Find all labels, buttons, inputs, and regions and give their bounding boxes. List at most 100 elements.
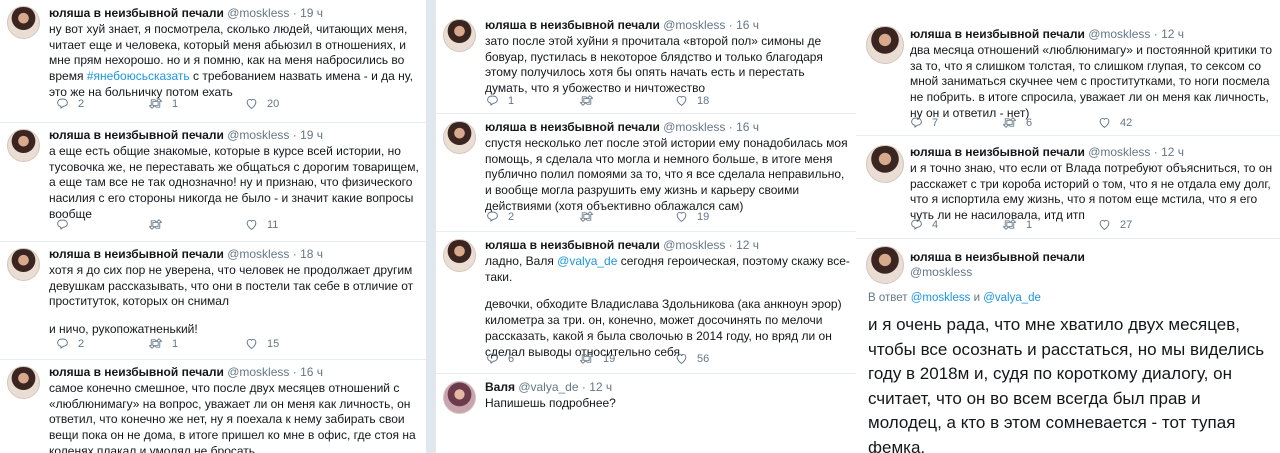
tweet-time[interactable]: 19 ч	[300, 6, 323, 20]
hashtag-link[interactable]: #янебоюсьсказать	[87, 69, 190, 83]
author-handle[interactable]: @moskless	[1088, 27, 1150, 41]
avatar[interactable]	[443, 239, 476, 272]
tweet[interactable]: юляша в неизбывной печали @moskless · 16…	[436, 0, 856, 114]
tweet[interactable]: юляша в неизбывной печали @moskless · 12…	[856, 136, 1280, 239]
retweet-icon	[1002, 116, 1017, 129]
retweet-button[interactable]: 6	[1002, 116, 1032, 129]
author-handle[interactable]: @moskless	[227, 128, 289, 142]
retweet-button[interactable]	[579, 94, 603, 107]
reply-button[interactable]	[56, 218, 78, 231]
tweet-header: юляша в неизбывной печали @moskless · 19…	[49, 128, 324, 142]
reply-button[interactable]: 2	[56, 337, 84, 350]
avatar[interactable]	[7, 248, 40, 281]
reply-icon	[56, 218, 69, 231]
reply-icon	[486, 94, 499, 107]
tweet[interactable]: юляша в неизбывной печали @moskless · 16…	[436, 114, 856, 232]
avatar[interactable]	[866, 145, 904, 183]
retweet-button[interactable]	[579, 210, 603, 223]
avatar[interactable]	[866, 26, 904, 64]
author-name[interactable]: юляша в неизбывной печали	[910, 27, 1085, 41]
tweet-time[interactable]: 12 ч	[736, 238, 759, 252]
tweet[interactable]: юляша в неизбывной печали @moskless · 19…	[0, 123, 426, 242]
avatar[interactable]	[443, 19, 476, 52]
like-button[interactable]: 15	[245, 337, 279, 350]
tweet[interactable]: юляша в неизбывной печали @moskless · 18…	[0, 242, 426, 360]
avatar[interactable]	[7, 366, 40, 399]
tweet-time[interactable]: 12 ч	[1161, 27, 1184, 41]
tweet-header: юляша в неизбывной печали @moskless · 16…	[485, 120, 760, 134]
author-handle[interactable]: @moskless	[1088, 145, 1150, 159]
reply-button[interactable]: 2	[56, 97, 84, 110]
reply-button[interactable]: 1	[486, 94, 514, 107]
author-handle[interactable]: @moskless	[227, 365, 289, 379]
like-button[interactable]: 11	[245, 218, 278, 231]
column-divider	[426, 0, 436, 453]
reply-button[interactable]: 4	[910, 218, 938, 231]
retweet-button[interactable]	[148, 218, 172, 231]
tweet-time[interactable]: 16 ч	[736, 18, 759, 32]
tweet-time[interactable]: 12 ч	[589, 380, 612, 394]
like-button[interactable]: 27	[1098, 218, 1132, 231]
reply-count: 6	[508, 352, 515, 365]
retweet-button[interactable]: 19	[579, 352, 615, 365]
mention-link[interactable]: @valya_de	[557, 254, 617, 268]
avatar[interactable]	[443, 121, 476, 154]
retweet-icon	[1002, 218, 1017, 231]
reply-button[interactable]: 2	[486, 210, 514, 223]
avatar[interactable]	[866, 246, 904, 284]
author-name[interactable]: юляша в неизбывной печали	[49, 365, 224, 379]
tweet[interactable]: юляша в неизбывной печали @moskless · 12…	[436, 232, 856, 374]
tweet-actions: 2 19	[436, 210, 856, 224]
author-handle[interactable]: @moskless	[663, 238, 725, 252]
author-handle[interactable]: @moskless	[663, 18, 725, 32]
author-name[interactable]: юляша в неизбывной печали	[485, 18, 660, 32]
retweet-button[interactable]: 1	[148, 337, 178, 350]
author-name[interactable]: юляша в неизбывной печали	[49, 247, 224, 261]
tweet-time[interactable]: 12 ч	[1161, 145, 1184, 159]
author-name[interactable]: юляша в неизбывной печали	[49, 128, 224, 142]
avatar[interactable]	[7, 6, 40, 39]
tweet-text-part: ладно, Валя	[485, 254, 558, 268]
mention-link[interactable]: @moskless	[911, 292, 971, 304]
reply-icon	[486, 352, 499, 365]
tweet-time[interactable]: 16 ч	[736, 120, 759, 134]
heart-icon	[245, 218, 258, 231]
author-name[interactable]: юляша в неизбывной печали	[485, 120, 660, 134]
like-button[interactable]: 42	[1098, 116, 1132, 129]
tweet-actions: 7 6 42	[856, 116, 1280, 130]
author-handle[interactable]: @moskless	[910, 265, 1085, 280]
like-button[interactable]: 56	[675, 352, 709, 365]
retweet-button[interactable]: 1	[148, 97, 178, 110]
avatar[interactable]	[443, 381, 476, 414]
reply-count: 7	[932, 116, 939, 129]
tweet-time[interactable]: 18 ч	[300, 247, 323, 261]
reply-button[interactable]: 7	[910, 116, 938, 129]
like-button[interactable]: 19	[675, 210, 709, 223]
avatar[interactable]	[7, 129, 40, 162]
tweet-time[interactable]: 16 ч	[300, 365, 323, 379]
author-name[interactable]: юляша в неизбывной печали	[485, 238, 660, 252]
author-name[interactable]: юляша в неизбывной печали	[49, 6, 224, 20]
author-handle[interactable]: @moskless	[227, 247, 289, 261]
mention-link[interactable]: @valya_de	[983, 292, 1041, 304]
author-name[interactable]: Валя	[485, 380, 515, 394]
author-handle[interactable]: @valya_de	[518, 380, 578, 394]
tweet-paragraph: ладно, Валя @valya_de сегодня героическа…	[485, 254, 850, 285]
tweet[interactable]: юляша в неизбывной печали @moskless · 16…	[0, 360, 426, 453]
tweet[interactable]: юляша в неизбывной печали @moskless · 19…	[0, 0, 426, 123]
reply-icon	[56, 337, 69, 350]
author-handle[interactable]: @moskless	[227, 6, 289, 20]
author-name[interactable]: юляша в неизбывной печали	[910, 145, 1085, 159]
tweet-paragraph: девочки, обходите Владислава Здольникова…	[485, 297, 842, 359]
retweet-button[interactable]: 1	[1002, 218, 1032, 231]
tweet-text: ну вот хуй знает, я посмотрела, сколько …	[49, 22, 420, 101]
author-name[interactable]: юляша в неизбывной печали	[910, 250, 1085, 265]
like-button[interactable]: 20	[245, 97, 279, 110]
like-button[interactable]: 18	[675, 94, 709, 107]
tweet[interactable]: юляша в неизбывной печали @moskless · 12…	[856, 0, 1280, 136]
reply-button[interactable]: 6	[486, 352, 514, 365]
retweet-icon	[579, 210, 594, 223]
tweet-time[interactable]: 19 ч	[300, 128, 323, 142]
tweet[interactable]: Валя @valya_de · 12 ч Напишешь подробнее…	[436, 374, 856, 453]
author-handle[interactable]: @moskless	[663, 120, 725, 134]
